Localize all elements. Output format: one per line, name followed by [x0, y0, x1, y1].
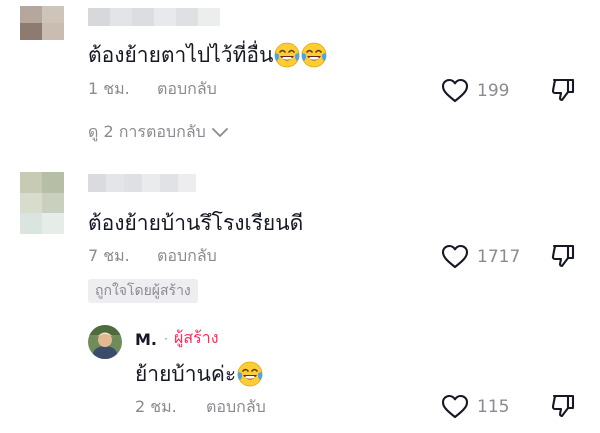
heart-outline-icon [441, 394, 469, 420]
joy-emoji [237, 361, 263, 387]
separator-dot: · [164, 332, 168, 346]
reply-text: ย้ายบ้านค่ะ [135, 361, 263, 387]
reply-time: 2 ชม. [135, 397, 177, 416]
creator-label: ผู้สร้าง [174, 328, 219, 347]
heart-outline-icon [441, 78, 469, 104]
thumbs-down-icon[interactable] [550, 77, 576, 103]
thumbs-down-icon[interactable] [550, 393, 576, 419]
avatar[interactable] [20, 172, 64, 234]
reply-button[interactable]: ตอบกลับ [157, 248, 217, 264]
thumbs-down-icon[interactable] [550, 243, 576, 269]
reply-button[interactable]: ตอบกลับ [157, 81, 217, 97]
avatar[interactable] [20, 6, 64, 40]
like-count: 1717 [477, 246, 521, 267]
comment-text: ต้องย้ายตาไปไว้ที่อื่น [88, 42, 327, 68]
like-count: 199 [477, 80, 510, 101]
view-replies-label: ดู 2 การตอบกลับ [88, 122, 206, 141]
liked-by-creator-badge: ถูกใจโดยผู้สร้าง [88, 279, 198, 303]
joy-emoji [301, 42, 327, 68]
comment-time: 1 ชม. [88, 79, 130, 98]
comment-text: ต้องย้ายบ้านรึโรงเรียนดี [88, 211, 304, 235]
comment-time: 7 ชม. [88, 246, 130, 265]
chevron-down-icon [211, 128, 228, 137]
username-redacted[interactable] [88, 8, 220, 26]
joy-emoji [274, 42, 300, 68]
like-button[interactable]: 115 [441, 394, 509, 420]
username-redacted[interactable] [88, 174, 196, 192]
reply-button[interactable]: ตอบกลับ [206, 399, 266, 415]
like-count: 115 [477, 396, 510, 417]
reply-author-name[interactable]: M. [135, 332, 157, 348]
heart-outline-icon [441, 244, 469, 270]
like-button[interactable]: 1717 [441, 244, 520, 270]
view-replies-button[interactable]: ดู 2 การตอบกลับ [88, 124, 229, 140]
like-button[interactable]: 199 [441, 78, 509, 104]
avatar[interactable] [88, 325, 122, 359]
